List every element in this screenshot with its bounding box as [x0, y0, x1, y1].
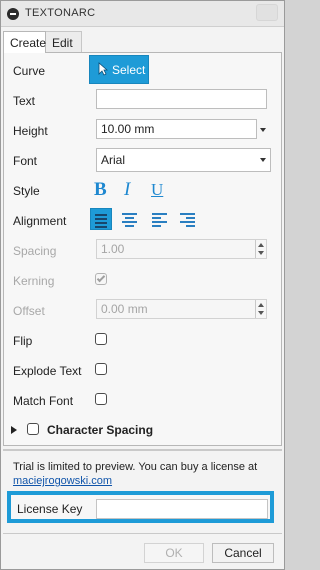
spacing-input[interactable]: 1.00	[96, 239, 267, 259]
ok-button[interactable]: OK	[144, 543, 204, 563]
window-control-button[interactable]	[256, 4, 278, 21]
kerning-label: Kerning	[13, 274, 55, 288]
chevron-down-icon	[260, 158, 266, 162]
offset-value: 0.00 mm	[101, 302, 148, 316]
align-right-icon[interactable]	[177, 208, 199, 230]
divider	[3, 449, 282, 451]
dialog-title: TEXTONARC	[25, 7, 96, 19]
font-label: Font	[13, 154, 38, 168]
spacing-value: 1.00	[101, 242, 125, 256]
character-spacing-label: Character Spacing	[47, 423, 154, 437]
underline-icon[interactable]: U	[151, 180, 163, 200]
bold-icon[interactable]: B	[94, 179, 107, 201]
offset-input[interactable]: 0.00 mm	[96, 299, 267, 319]
text-input[interactable]	[96, 89, 267, 109]
offset-spinner[interactable]	[255, 300, 266, 318]
match-font-label: Match Font	[13, 394, 74, 408]
character-spacing-checkbox[interactable]	[27, 423, 39, 435]
font-select-value: Arial	[101, 153, 126, 167]
alignment-label: Alignment	[13, 214, 67, 228]
spacing-spinner[interactable]	[255, 240, 266, 258]
tab-edit[interactable]: Edit	[46, 31, 82, 53]
expand-triangle-icon[interactable]	[11, 426, 17, 434]
explode-text-label: Explode Text	[13, 364, 82, 378]
select-button-label: Select	[112, 63, 146, 77]
text-label: Text	[13, 94, 36, 108]
trial-text: Trial is limited to preview. You can buy…	[13, 461, 258, 473]
explode-text-checkbox[interactable]	[95, 363, 107, 375]
collapse-icon[interactable]	[7, 8, 19, 20]
select-curve-button[interactable]: Select	[89, 55, 149, 84]
kerning-checkbox[interactable]	[95, 273, 107, 285]
height-label: Height	[13, 124, 48, 138]
match-font-checkbox[interactable]	[95, 393, 107, 405]
align-left-icon[interactable]	[149, 208, 171, 230]
flip-checkbox[interactable]	[95, 333, 107, 345]
cancel-button[interactable]: Cancel	[212, 543, 274, 563]
style-label: Style	[13, 184, 40, 198]
italic-icon[interactable]: I	[124, 179, 130, 201]
textonarc-dialog: TEXTONARC Create Edit Curve Select Text …	[0, 0, 285, 570]
license-key-label: License Key	[17, 502, 83, 516]
license-key-input[interactable]	[96, 499, 268, 519]
height-dropdown-icon[interactable]	[260, 128, 266, 132]
align-justify-icon[interactable]	[90, 208, 112, 230]
height-input[interactable]: 10.00 mm	[96, 119, 257, 139]
offset-label: Offset	[13, 304, 45, 318]
tab-create-label: Create	[10, 36, 47, 50]
license-key-group: License Key	[7, 491, 274, 523]
license-link[interactable]: maciejrogowski.com	[13, 475, 112, 487]
cursor-arrow-icon	[98, 62, 108, 76]
footer-divider	[3, 533, 282, 534]
title-bar[interactable]: TEXTONARC	[1, 1, 284, 27]
trial-notice: Trial is limited to preview. You can buy…	[13, 460, 275, 488]
tab-edit-label: Edit	[52, 36, 73, 50]
spacing-label: Spacing	[13, 244, 57, 258]
tab-create[interactable]: Create	[3, 31, 46, 53]
font-select[interactable]: Arial	[96, 148, 271, 172]
flip-label: Flip	[13, 334, 33, 348]
align-center-icon[interactable]	[119, 208, 141, 230]
curve-label: Curve	[13, 64, 46, 78]
